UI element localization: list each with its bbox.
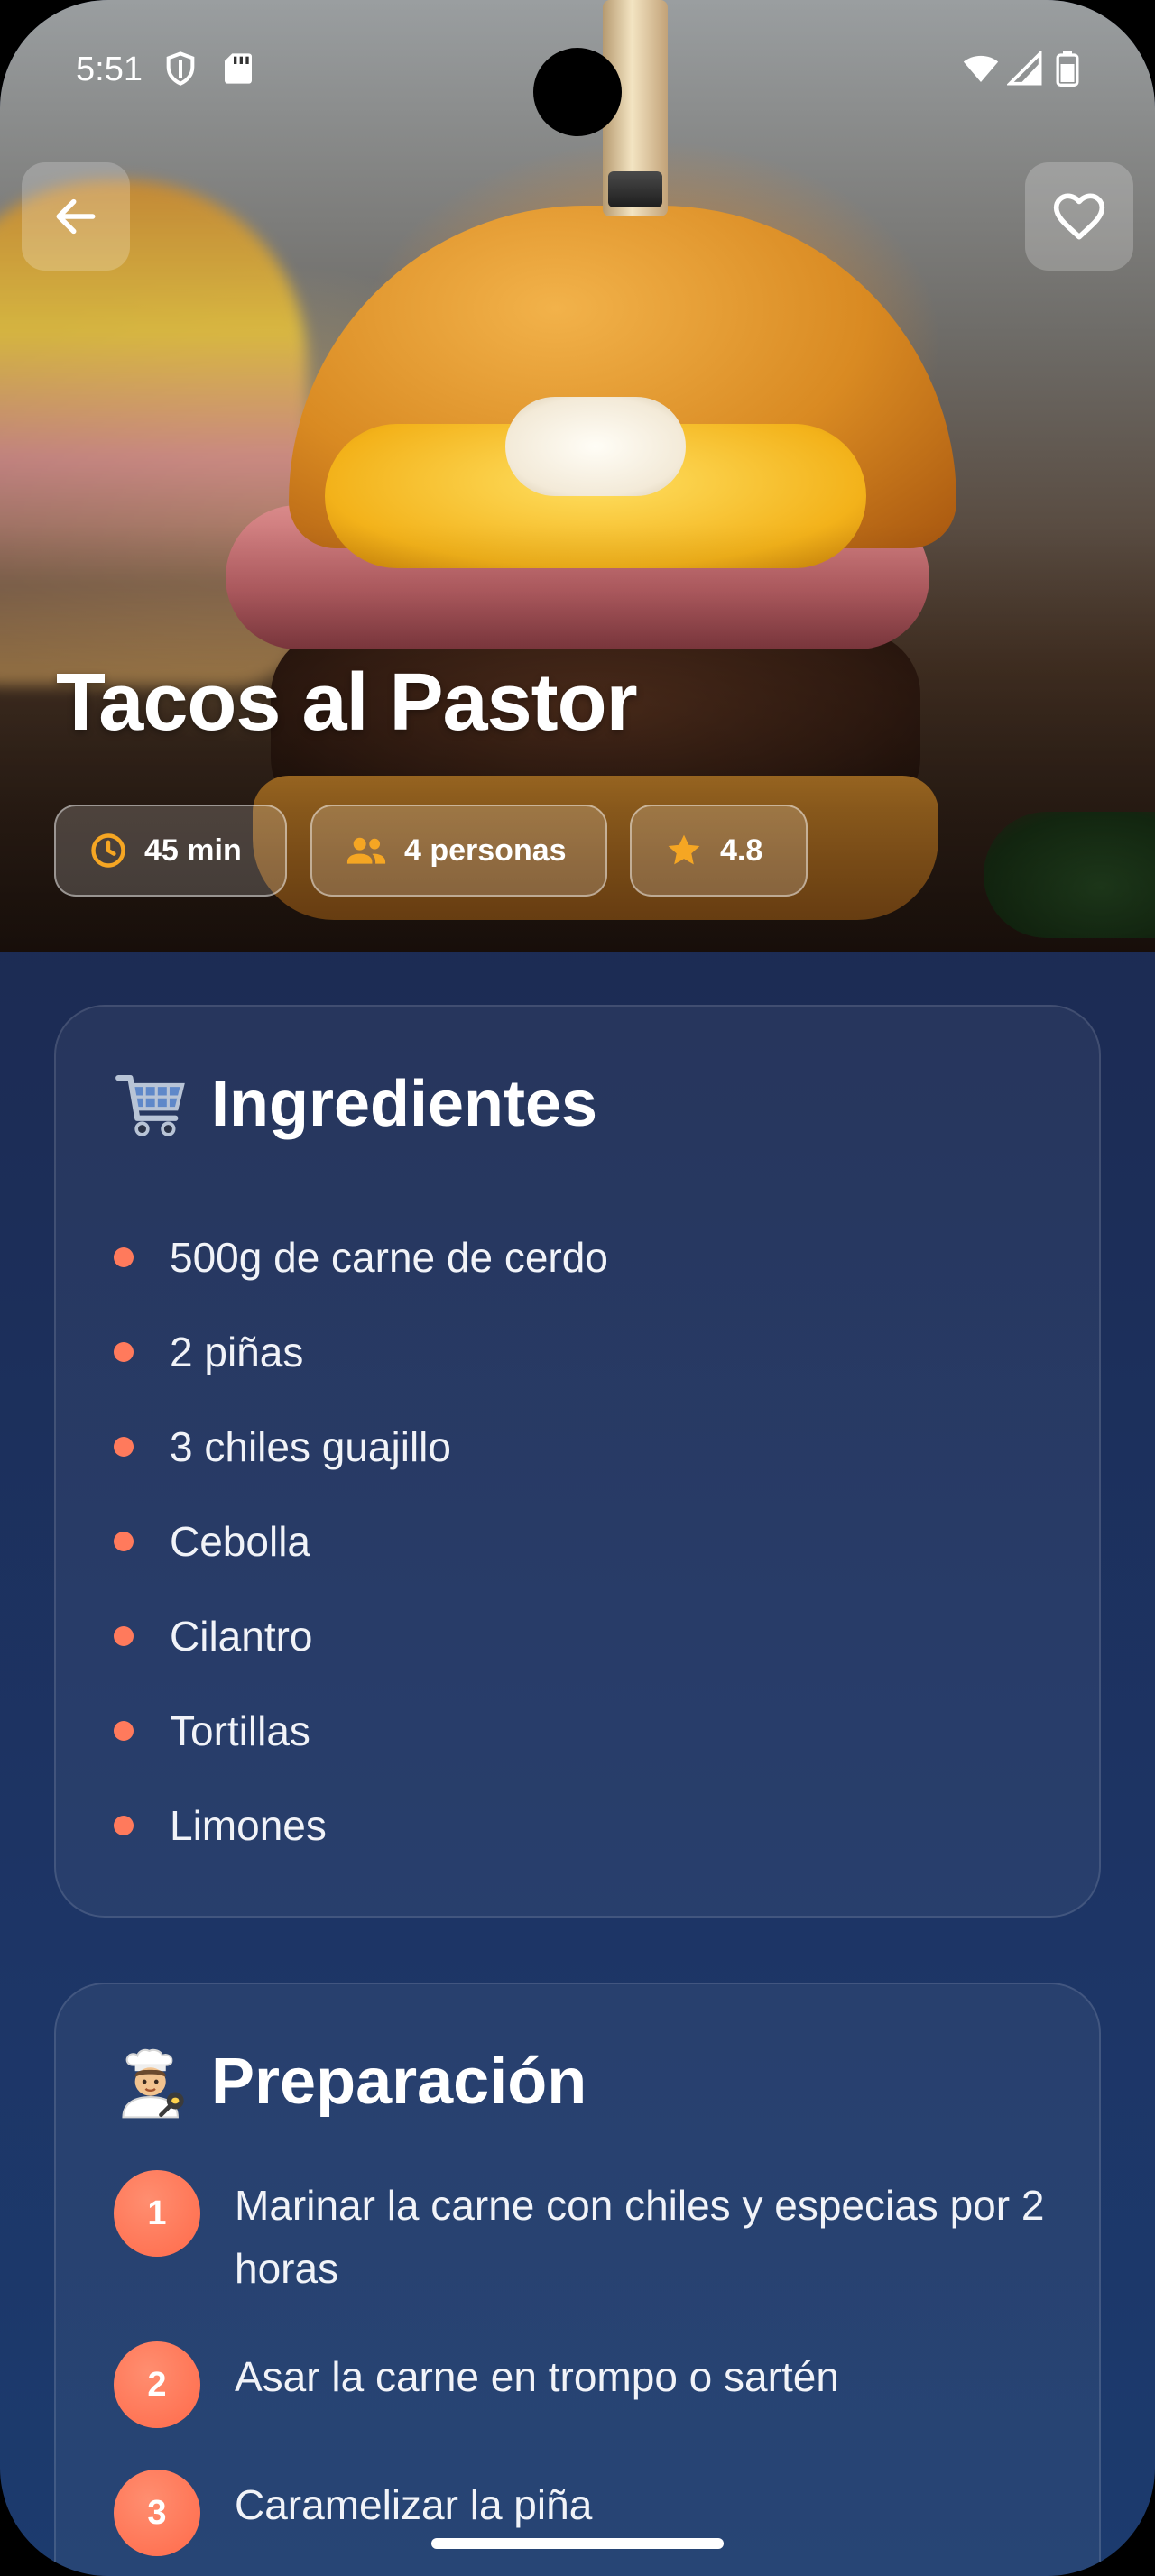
ingredients-header: Ingredientes	[114, 1066, 597, 1142]
step-number-badge: 1	[114, 2170, 200, 2257]
ingredient-item: Tortillas	[114, 1683, 1052, 1778]
battery-icon	[1056, 51, 1079, 87]
preparation-title: Preparación	[211, 2046, 587, 2118]
wifi-icon	[963, 55, 999, 82]
ingredient-item: 3 chiles guajillo	[114, 1399, 1052, 1494]
ingredients-list: 500g de carne de cerdo 2 piñas 3 chiles …	[114, 1210, 1052, 1872]
servings-chip: 4 personas	[310, 805, 607, 897]
ingredients-title: Ingredientes	[211, 1068, 598, 1140]
arrow-back-icon	[56, 198, 96, 235]
sd-card-icon	[225, 53, 252, 84]
servings-label: 4 personas	[404, 833, 567, 868]
step-text: Asar la carne en trompo o sartén	[235, 2353, 839, 2400]
shield-icon	[166, 51, 195, 86]
rating-label: 4.8	[720, 833, 763, 868]
bullet-dot	[114, 1720, 134, 1741]
people-icon	[346, 837, 386, 864]
time-chip: 45 min	[54, 805, 287, 897]
gesture-navigation-bar[interactable]	[431, 2538, 724, 2549]
bullet-dot	[114, 1247, 134, 1267]
step-text: Caramelizar la piña	[235, 2481, 593, 2528]
bullet-dot	[114, 1815, 134, 1835]
ingredient-item: Cilantro	[114, 1588, 1052, 1683]
ingredient-item: Cebolla	[114, 1494, 1052, 1588]
bullet-dot	[114, 1341, 134, 1362]
bullet-dot	[114, 1625, 134, 1646]
ingredient-item: Limones	[114, 1778, 1052, 1872]
step-item: 1 Marinar la carne con chiles y especias…	[114, 2170, 1052, 2300]
step-number-badge: 3	[114, 2470, 200, 2556]
cook-emoji-icon	[122, 2048, 184, 2119]
front-camera	[533, 48, 622, 136]
bullet-dot	[114, 1436, 134, 1457]
back-button[interactable]	[22, 162, 130, 271]
time-label: 45 min	[144, 833, 242, 868]
bullet-dot	[114, 1531, 134, 1551]
heart-outline-icon	[1053, 193, 1105, 240]
ingredients-card: Ingredientes 500g de carne de cerdo 2 pi…	[54, 1005, 1101, 1918]
star-icon	[668, 834, 700, 865]
clock-icon	[91, 833, 125, 868]
rating-chip: 4.8	[630, 805, 808, 897]
steps-list: 1 Marinar la carne con chiles y especias…	[114, 2170, 1052, 2556]
status-time: 5:51	[76, 51, 143, 88]
recipe-detail-screen: 5:51 Tacos al Pastor 45 min 4 personas 4…	[0, 0, 1155, 2576]
ingredient-item: 500g de carne de cerdo	[114, 1210, 1052, 1304]
preparation-card: Preparación 1 Marinar la carne con chile…	[54, 1983, 1101, 2576]
signal-icon	[1007, 51, 1042, 86]
recipe-title: Tacos al Pastor	[56, 658, 638, 748]
step-text: Marinar la carne con chiles y especias p…	[235, 2182, 1045, 2292]
step-number-badge: 2	[114, 2341, 200, 2428]
shopping-cart-emoji-icon	[116, 1074, 185, 1136]
favorite-button[interactable]	[1025, 162, 1133, 271]
step-item: 2 Asar la carne en trompo o sartén	[114, 2341, 1052, 2428]
ingredient-item: 2 piñas	[114, 1304, 1052, 1399]
preparation-header: Preparación	[114, 2044, 587, 2120]
